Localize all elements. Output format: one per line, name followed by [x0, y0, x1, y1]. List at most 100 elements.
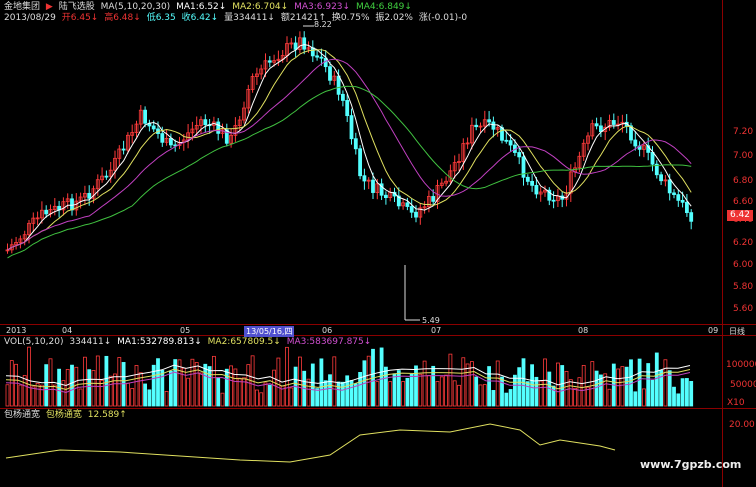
axis-divider [722, 0, 723, 487]
volume-bar [405, 377, 410, 407]
volume-bar [345, 375, 350, 407]
candle-body [491, 121, 496, 130]
volume-bar [83, 356, 87, 407]
vol-value: 334411↓ [69, 337, 112, 347]
volume-bar [143, 383, 148, 407]
volume-bar [388, 381, 393, 407]
volume-bar [254, 389, 259, 407]
volume-bar [108, 375, 113, 407]
volume-bar [229, 365, 234, 407]
ma2-line [7, 49, 692, 251]
volume-bar [276, 357, 281, 407]
date-tick: 08 [578, 326, 589, 335]
candle-body [534, 184, 539, 195]
period-label[interactable]: 日线 [729, 326, 745, 337]
candle-body [685, 201, 689, 214]
candle-body [340, 93, 345, 101]
candle-body [487, 119, 492, 123]
volume-bar [577, 377, 582, 407]
candle-body [353, 138, 358, 150]
volume-bar [207, 366, 212, 407]
cursor-date-label: 13/05/16,四 [244, 326, 295, 337]
indicator-name: 包杨通宽 [45, 410, 82, 420]
price-tick: 5.60 [733, 304, 754, 314]
price-tick: 7.20 [733, 127, 754, 137]
volume-bar [220, 392, 225, 407]
date-tick: 2013 [6, 326, 27, 335]
volume-bar [134, 365, 139, 407]
candle-body [70, 198, 74, 211]
high-mark: 8.22 [314, 20, 332, 29]
volume-bar [426, 375, 431, 407]
volume-bar [667, 370, 672, 407]
candle-body [594, 123, 599, 127]
volume-bar [482, 384, 487, 407]
candle-body [672, 192, 676, 196]
volume-bar [87, 369, 92, 407]
ma1-line [7, 44, 692, 251]
volume-bar [650, 379, 655, 407]
candle-body [328, 66, 332, 81]
volume-bar [508, 389, 513, 407]
volume-bar [95, 355, 100, 407]
date-tick: 06 [322, 326, 333, 335]
volume-bar [594, 370, 599, 407]
volume-bar [439, 376, 444, 407]
volume-bar [517, 367, 522, 407]
volume-bar [525, 381, 530, 407]
volume-bar [435, 381, 440, 407]
volume-bar [199, 372, 203, 407]
volume-bar [624, 366, 629, 407]
volume-bar [40, 384, 44, 407]
candle-body [362, 175, 367, 182]
volume-bar [500, 376, 504, 407]
candle-body [409, 206, 414, 213]
volume-bar [267, 384, 272, 407]
date-tick: 05 [180, 326, 191, 335]
volume-bar [65, 369, 70, 407]
date-tick: 07 [431, 326, 442, 335]
volume-bar [603, 373, 608, 407]
price-tick: 7.00 [733, 151, 754, 161]
volume-bar [216, 377, 221, 407]
volume-bar [263, 382, 268, 407]
volume-bar [323, 380, 328, 407]
indicator-header: 包杨通宽 包杨通宽 12.589↑ [4, 410, 130, 421]
candle-body [667, 179, 672, 194]
candle-body [474, 124, 479, 128]
volume-bar [646, 363, 651, 407]
price-tick: 6.60 [733, 197, 754, 207]
candle-body [310, 47, 315, 57]
candle-body [500, 127, 504, 141]
volume-bar [246, 364, 251, 407]
volume-bar [672, 386, 676, 407]
volume-bar [130, 388, 135, 407]
volume-bar [27, 346, 31, 407]
volume-bar [676, 393, 681, 407]
volume-bar [126, 382, 130, 407]
vol-header: VOL(5,10,20) 334411↓ MA1:532789.813↓ MA2… [4, 337, 374, 348]
candle-body [358, 148, 363, 177]
candle-body [319, 56, 324, 59]
candle-body [216, 121, 221, 134]
volume-bar [366, 355, 371, 407]
volume-bar [211, 355, 216, 407]
volume-bar [78, 388, 83, 407]
volume-bar [31, 386, 36, 407]
volume-bar [465, 363, 470, 407]
candle-body [349, 115, 354, 140]
candle-body [315, 55, 320, 58]
volume-bar [474, 376, 479, 407]
volume-bar [181, 367, 186, 407]
volume-bar [663, 359, 668, 407]
candle-body [530, 180, 534, 186]
volume-bar [564, 370, 569, 407]
volume-bar [551, 385, 556, 407]
volume-bar [285, 346, 289, 407]
candle-body [508, 140, 513, 146]
volume-bar [186, 377, 191, 407]
candle-body [151, 125, 156, 130]
volume-bar [297, 356, 302, 407]
volume-bar [168, 370, 173, 407]
candle-body [633, 139, 638, 147]
